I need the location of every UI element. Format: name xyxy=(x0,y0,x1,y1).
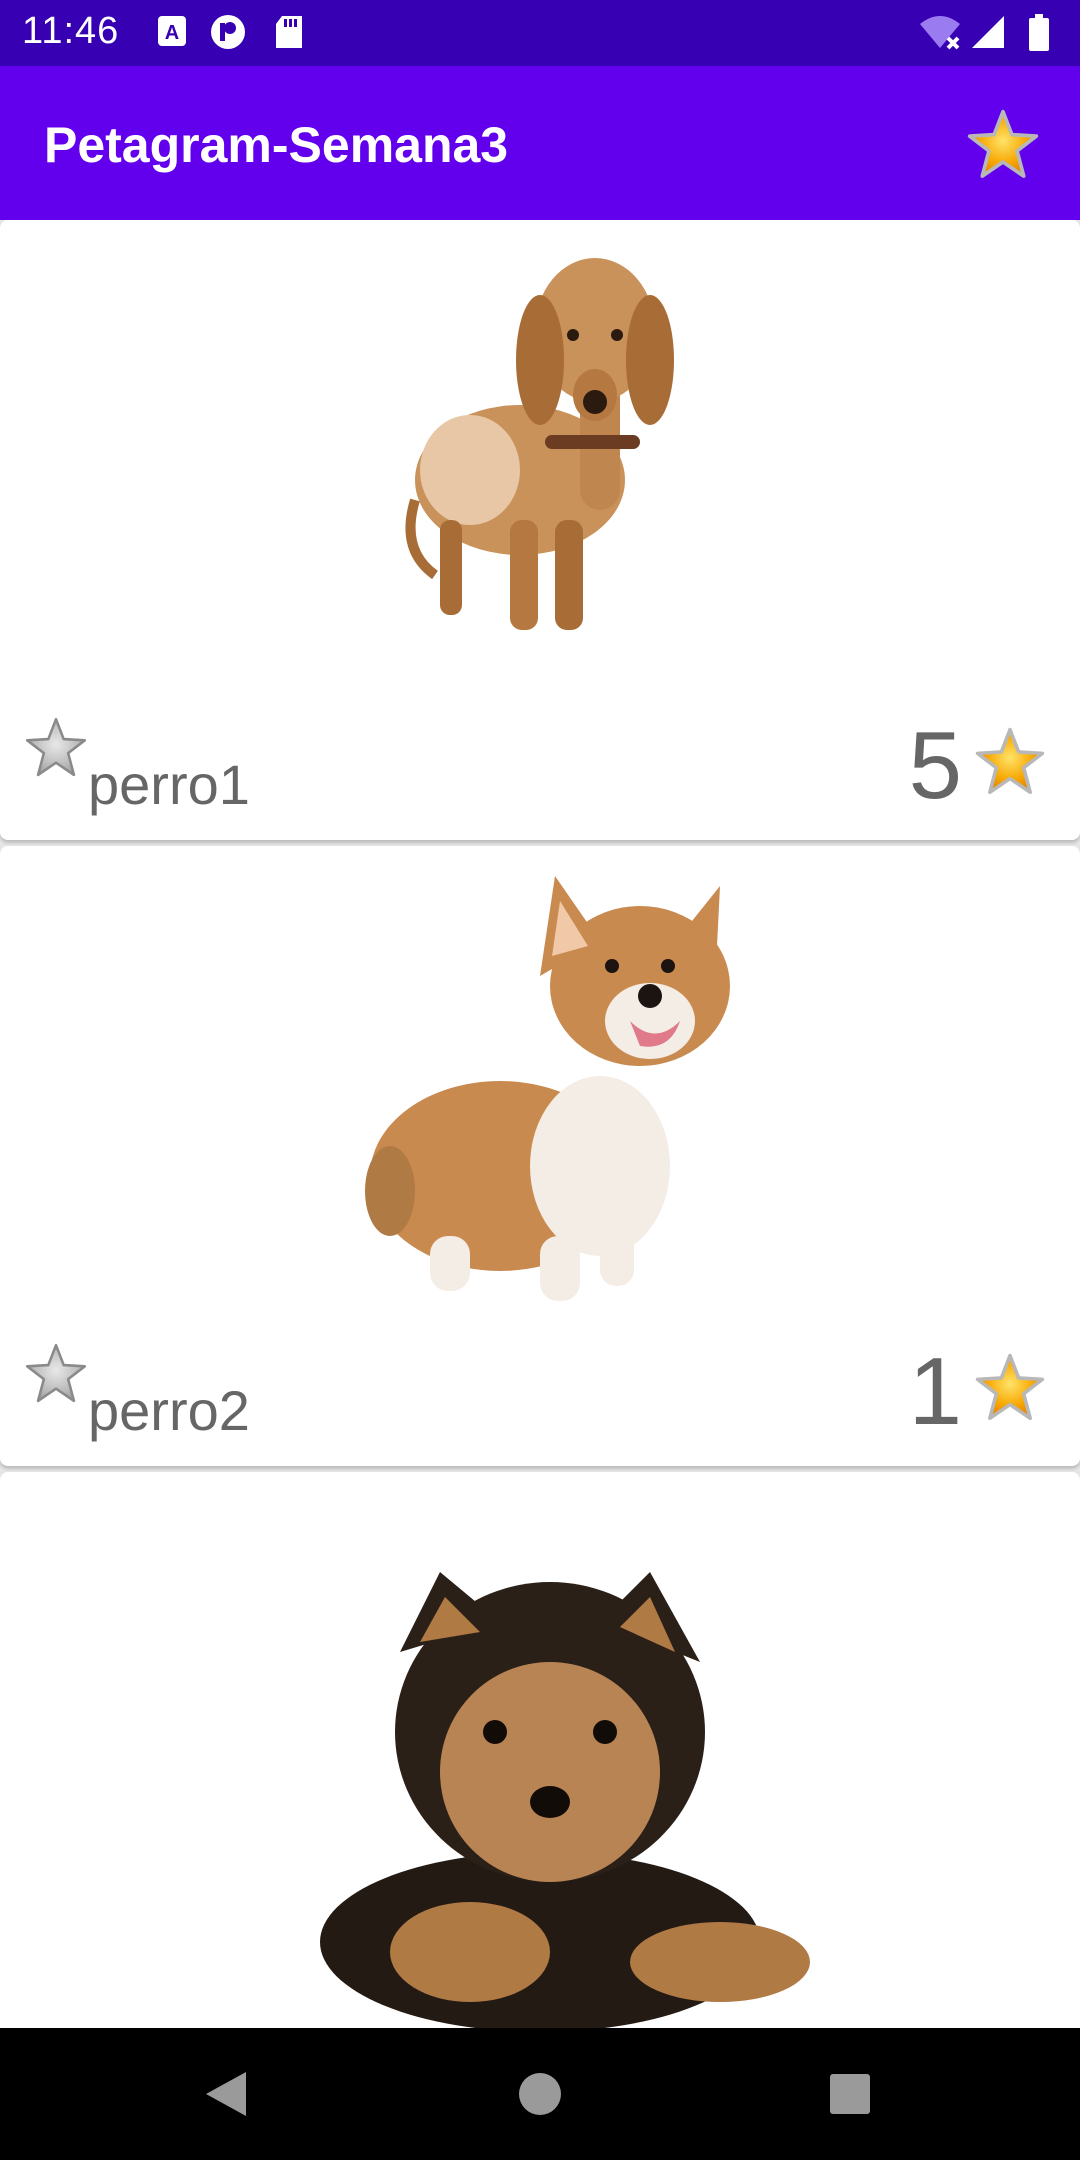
battery-icon xyxy=(1029,14,1049,51)
svg-text:A: A xyxy=(165,22,179,44)
status-right-icons xyxy=(918,14,1058,54)
signal-icon xyxy=(972,16,1004,48)
pet-card: perro1 5 xyxy=(0,220,1080,840)
rating-star-icon xyxy=(975,727,1045,795)
pet-name: perro2 xyxy=(88,1379,250,1442)
recents-icon[interactable] xyxy=(826,2068,874,2120)
status-time: 11:46 xyxy=(22,10,120,52)
like-star-icon[interactable] xyxy=(24,716,88,780)
navigation-bar xyxy=(0,2028,1080,2160)
app-bar: Petagram-Semana3 xyxy=(0,66,1080,220)
sd-card-icon xyxy=(276,16,302,48)
likes-count: 1 xyxy=(908,1338,962,1445)
likes-count: 5 xyxy=(908,712,962,819)
pet-card: perro2 1 xyxy=(0,846,1080,1466)
pet-name: perro1 xyxy=(88,753,250,816)
app-title: Petagram-Semana3 xyxy=(44,117,509,173)
wifi-no-internet-icon xyxy=(920,16,960,50)
like-star-icon[interactable] xyxy=(24,1342,88,1406)
pet-photo xyxy=(320,1572,810,2032)
pet-photo xyxy=(365,876,730,1301)
favorite-star-icon[interactable] xyxy=(966,108,1040,182)
sync-circle-icon xyxy=(211,15,245,49)
rating-star-icon xyxy=(975,1353,1045,1421)
pet-photo xyxy=(405,258,674,630)
pet-card-footer: perro1 5 xyxy=(0,690,1080,840)
home-icon[interactable] xyxy=(516,2068,564,2120)
back-icon[interactable] xyxy=(200,2068,250,2120)
status-bar: 11:46 A xyxy=(0,0,1080,66)
pet-card-footer: perro2 1 xyxy=(0,1316,1080,1466)
accessibility-a-icon: A xyxy=(158,16,186,46)
pet-card xyxy=(0,1472,1080,2072)
